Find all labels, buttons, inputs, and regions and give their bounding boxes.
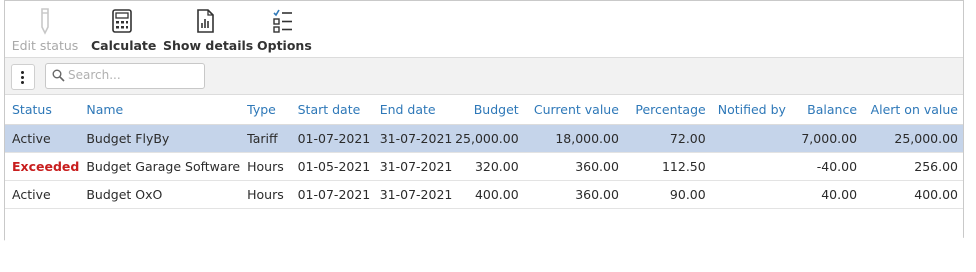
cell-type: Hours [240, 180, 291, 209]
table-row[interactable]: Active Budget OxO Hours 01-07-2021 31-07… [5, 180, 963, 209]
show-details-button[interactable]: Show details [163, 7, 254, 55]
calculator-icon [112, 9, 132, 33]
cell-status: Exceeded [5, 152, 80, 181]
kebab-menu-icon[interactable] [11, 64, 35, 90]
cell-notified-by [710, 152, 801, 181]
cell-current-value: 360.00 [523, 180, 624, 209]
cell-percentage: 90.00 [623, 180, 711, 209]
cell-notified-by [710, 180, 801, 209]
cell-start-date: 01-07-2021 [290, 180, 373, 209]
cell-name: Budget Garage Software [79, 152, 241, 181]
table-row[interactable]: Active Budget FlyBy Tariff 01-07-2021 31… [5, 124, 963, 153]
column-header-status[interactable]: Status [5, 95, 80, 125]
column-header-percentage[interactable]: Percentage [623, 95, 711, 125]
cell-alert-on-value: 400.00 [862, 180, 963, 209]
cell-end-date: 31-07-2021 [372, 124, 455, 153]
cell-type: Hours [240, 152, 291, 181]
filter-bar [5, 58, 963, 95]
checklist-icon [273, 9, 292, 33]
column-header-budget[interactable]: Budget [454, 95, 524, 125]
show-details-label: Show details [163, 38, 254, 53]
column-header-current-value[interactable]: Current value [523, 95, 624, 125]
cell-budget: 320.00 [454, 152, 524, 181]
cell-current-value: 18,000.00 [523, 124, 624, 153]
cell-balance: -40.00 [800, 152, 863, 181]
cell-percentage: 72.00 [623, 124, 711, 153]
cell-alert-on-value: 256.00 [862, 152, 963, 181]
cell-start-date: 01-07-2021 [290, 124, 373, 153]
calculate-button[interactable]: Calculate [91, 7, 157, 55]
cell-name: Budget OxO [79, 180, 241, 209]
search-input[interactable] [68, 66, 198, 84]
document-chart-icon [197, 9, 214, 33]
cell-status: Active [5, 124, 80, 153]
cell-start-date: 01-05-2021 [290, 152, 373, 181]
cell-status: Active [5, 180, 80, 209]
cell-current-value: 360.00 [523, 152, 624, 181]
cell-balance: 7,000.00 [800, 124, 863, 153]
column-header-balance[interactable]: Balance [800, 95, 863, 125]
cell-type: Tariff [240, 124, 291, 153]
calculate-label: Calculate [91, 38, 157, 53]
column-header-type[interactable]: Type [240, 95, 291, 125]
magnifier-icon [52, 69, 65, 82]
cell-end-date: 31-07-2021 [372, 152, 455, 181]
column-header-start-date[interactable]: Start date [290, 95, 373, 125]
cell-balance: 40.00 [800, 180, 863, 209]
column-header-notified-by[interactable]: Notified by [710, 95, 801, 125]
pencil-icon [41, 8, 49, 35]
cell-end-date: 31-07-2021 [372, 180, 455, 209]
toolbar: Edit status Calculate Show details Optio… [5, 1, 963, 58]
column-header-alert-on-value[interactable]: Alert on value [862, 95, 963, 125]
cell-percentage: 112.50 [623, 152, 711, 181]
cell-budget: 25,000.00 [454, 124, 524, 153]
options-label: Options [257, 38, 312, 53]
options-button[interactable]: Options [257, 7, 312, 55]
column-header-name[interactable]: Name [79, 95, 241, 125]
search-box[interactable] [45, 63, 205, 89]
edit-status-label: Edit status [11, 38, 79, 53]
column-header-end-date[interactable]: End date [372, 95, 455, 125]
budget-table: Status Name Type Start date End date Bud… [5, 95, 963, 209]
cell-name: Budget FlyBy [79, 124, 241, 153]
edit-status-button[interactable]: Edit status [11, 7, 79, 55]
cell-notified-by [710, 124, 801, 153]
table-row[interactable]: Exceeded Budget Garage Software Hours 01… [5, 152, 963, 181]
table-header-row: Status Name Type Start date End date Bud… [5, 95, 963, 125]
budget-window: Edit status Calculate Show details Optio… [4, 0, 964, 246]
cell-budget: 400.00 [454, 180, 524, 209]
cell-alert-on-value: 25,000.00 [862, 124, 963, 153]
